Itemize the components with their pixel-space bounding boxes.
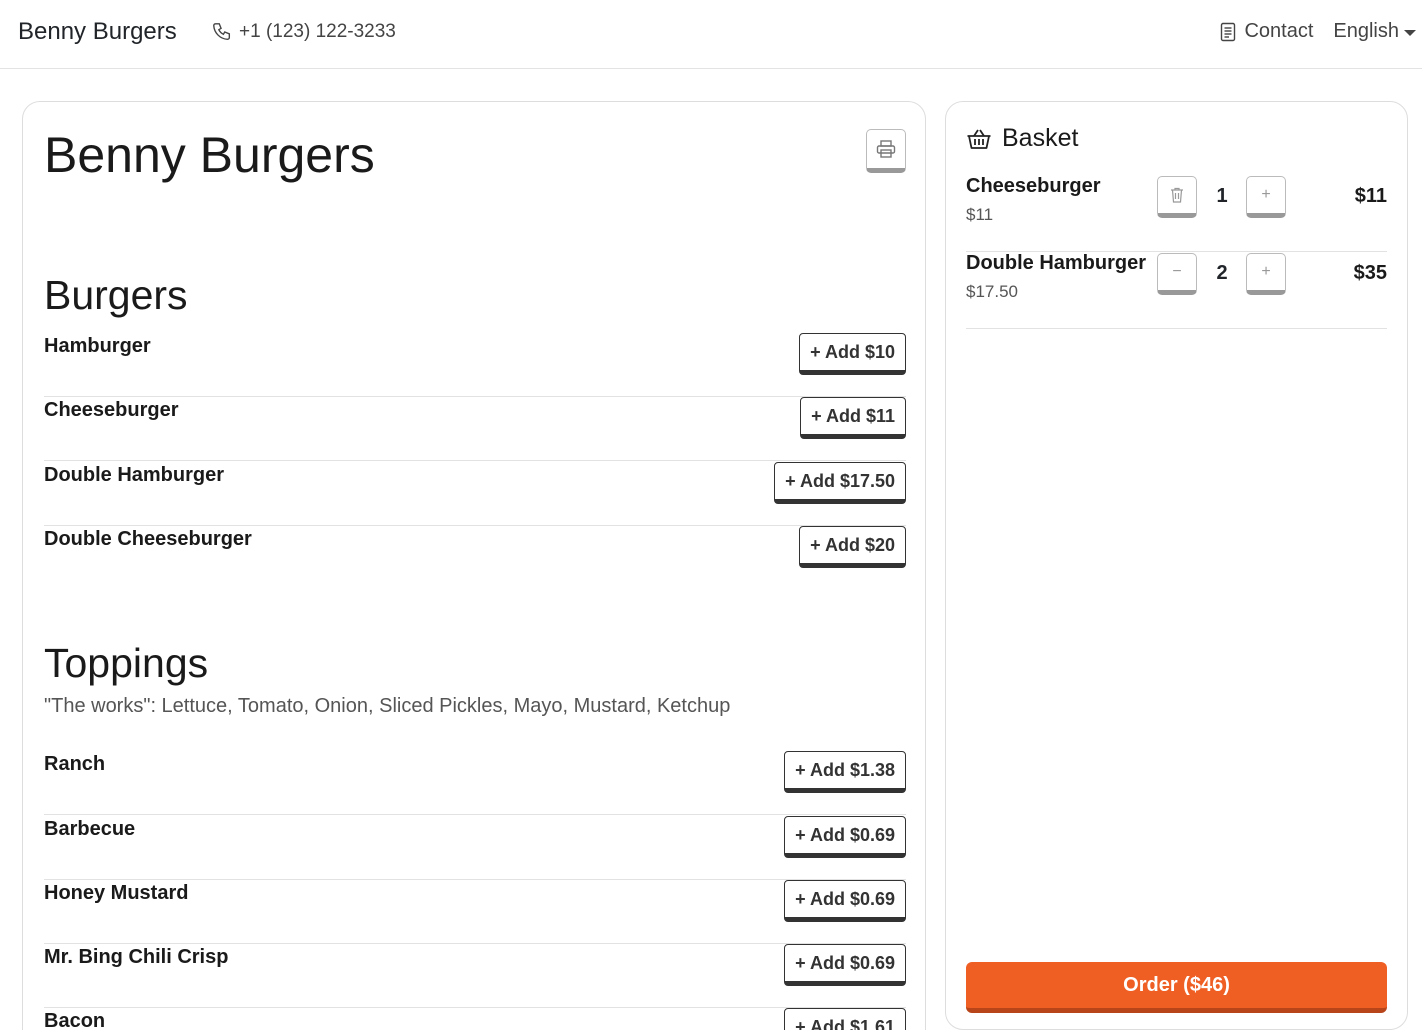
menu-item: Honey Mustard + Add $0.69	[44, 880, 906, 944]
section-title-toppings: Toppings	[44, 640, 209, 686]
menu-item: Hamburger + Add $10	[44, 333, 906, 397]
basket-card: Basket Cheeseburger $11 1 + $11 Double H…	[945, 101, 1408, 1030]
language-label: English	[1333, 20, 1399, 42]
document-icon	[1221, 22, 1236, 41]
phone-icon	[213, 23, 231, 41]
item-name: Ranch	[44, 753, 106, 775]
order-button[interactable]: Order ($46)	[966, 962, 1387, 1013]
add-ranch-button[interactable]: + Add $1.38	[784, 751, 906, 793]
increase-quantity-button[interactable]: +	[1246, 176, 1286, 218]
plus-icon: +	[1261, 263, 1271, 280]
menu-item: Ranch + Add $1.38	[44, 751, 906, 815]
basket-item: Cheeseburger $11 1 + $11	[966, 175, 1387, 252]
item-name: Barbecue	[44, 818, 136, 840]
phone-link[interactable]: +1 (123) 122-3233	[211, 21, 396, 43]
add-bacon-button[interactable]: + Add $1.61	[784, 1008, 906, 1030]
basket-item-unit-price: $17.50	[966, 282, 1018, 301]
add-hamburger-button[interactable]: + Add $10	[799, 333, 906, 375]
decrease-quantity-button[interactable]: −	[1157, 253, 1197, 295]
menu-item: Double Cheeseburger + Add $20	[44, 526, 906, 590]
contact-label: Contact	[1244, 20, 1314, 42]
minus-icon: −	[1172, 263, 1182, 280]
printer-icon	[876, 140, 896, 158]
add-double-cheeseburger-button[interactable]: + Add $20	[799, 526, 906, 568]
basket-item-total: $35	[1353, 262, 1387, 284]
add-double-hamburger-button[interactable]: + Add $17.50	[774, 462, 906, 504]
remove-item-button[interactable]	[1157, 176, 1197, 218]
menu-title: Benny Burgers	[44, 127, 375, 183]
item-name: Cheeseburger	[44, 399, 179, 421]
basket-item-quantity: 1	[1216, 185, 1228, 207]
plus-icon: +	[1261, 186, 1271, 203]
basket-item-unit-price: $11	[966, 205, 994, 224]
basket-title: Basket	[1002, 124, 1079, 152]
basket-item-name: Double Hamburger	[966, 252, 1147, 274]
caret-down-icon	[1404, 29, 1416, 36]
item-name: Honey Mustard	[44, 882, 189, 904]
item-name: Bacon	[44, 1010, 106, 1030]
top-navbar: Benny Burgers +1 (123) 122-3233 Contact …	[0, 0, 1422, 69]
trash-icon	[1171, 187, 1183, 203]
basket-item-total: $11	[1354, 185, 1387, 207]
menu-item: Cheeseburger + Add $11	[44, 397, 906, 461]
menu-item: Barbecue + Add $0.69	[44, 816, 906, 880]
contact-link[interactable]: Contact	[1220, 20, 1313, 43]
print-button[interactable]	[866, 129, 906, 173]
menu-item: Double Hamburger + Add $17.50	[44, 462, 906, 526]
basket-item-name: Cheeseburger	[966, 175, 1101, 197]
add-honey-mustard-button[interactable]: + Add $0.69	[784, 880, 906, 922]
item-name: Mr. Bing Chili Crisp	[44, 946, 229, 968]
language-dropdown[interactable]: English	[1333, 20, 1416, 43]
menu-item: Bacon + Add $1.61	[44, 1008, 906, 1030]
basket-icon	[967, 129, 991, 149]
basket-item-quantity: 2	[1216, 262, 1228, 284]
item-name: Hamburger	[44, 335, 151, 357]
brand-link[interactable]: Benny Burgers	[18, 18, 177, 46]
basket-item: Double Hamburger $17.50 − 2 + $35	[966, 252, 1387, 329]
increase-quantity-button[interactable]: +	[1246, 253, 1286, 295]
add-cheeseburger-button[interactable]: + Add $11	[800, 397, 906, 439]
item-name: Double Cheeseburger	[44, 528, 252, 550]
phone-number: +1 (123) 122-3233	[239, 21, 396, 42]
item-name: Double Hamburger	[44, 464, 225, 486]
add-barbecue-button[interactable]: + Add $0.69	[784, 816, 906, 858]
section-title-burgers: Burgers	[44, 272, 188, 318]
menu-card: Benny Burgers Burgers Hamburger + Add $1…	[22, 101, 926, 1030]
basket-header: Basket	[966, 124, 1078, 153]
section-description: "The works": Lettuce, Tomato, Onion, Sli…	[44, 695, 731, 717]
add-chili-crisp-button[interactable]: + Add $0.69	[784, 944, 906, 986]
menu-item: Mr. Bing Chili Crisp + Add $0.69	[44, 944, 906, 1008]
